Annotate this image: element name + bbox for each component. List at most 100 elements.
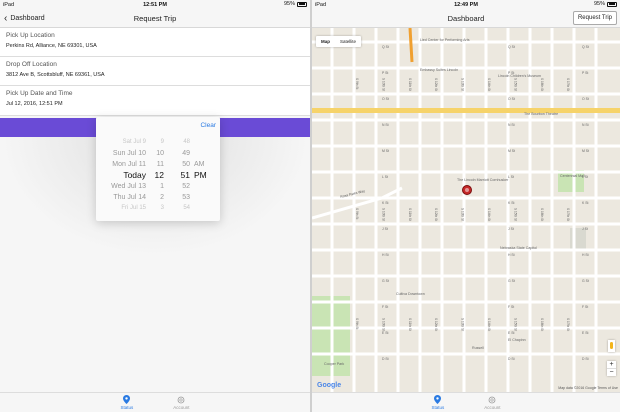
street-label: S 10th St xyxy=(381,78,385,91)
hour-wheel[interactable]: 9 10 11 12 1 2 3 xyxy=(148,137,164,214)
pickup-location-value: Perkins Rd, Alliance, NE 69301, USA xyxy=(6,43,97,49)
picker-row[interactable]: 52 xyxy=(168,181,190,192)
street-label: M St xyxy=(508,149,515,153)
google-logo: Google xyxy=(317,382,342,389)
street-view-pegman-icon[interactable] xyxy=(608,340,615,352)
map-type-satellite[interactable]: Satellite xyxy=(335,36,361,47)
page-title: Request Trip xyxy=(133,13,177,23)
place-cooper-park[interactable]: Cooper Park xyxy=(324,362,344,366)
street-label: O St xyxy=(508,97,515,101)
tab-account[interactable]: Account xyxy=(484,396,501,410)
map-attribution[interactable]: Map data ©2016 Google Terms of Use xyxy=(558,386,618,390)
street-label: S 13th St xyxy=(461,318,465,331)
ampm-wheel[interactable]: AM PM xyxy=(194,137,212,214)
picker-row[interactable] xyxy=(194,192,212,203)
place-childrens-museum[interactable]: Lincoln Children's Museum xyxy=(498,74,541,78)
chevron-left-icon: ‹ xyxy=(4,12,8,24)
picker-row[interactable]: 54 xyxy=(168,203,190,214)
tab-status[interactable]: Status xyxy=(120,395,134,410)
gear-icon xyxy=(488,396,496,404)
street-label: S 14th St xyxy=(487,318,491,331)
request-trip-button[interactable]: Request Trip xyxy=(572,11,617,25)
pickup-location-field[interactable]: Pick Up Location Perkins Rd, Alliance, N… xyxy=(0,28,310,57)
picker-row[interactable]: Today xyxy=(98,170,146,181)
picker-row[interactable]: 11 xyxy=(148,159,164,170)
map-view[interactable]: Q St Q St Q St P St P St P St O St O St O St N St… xyxy=(312,28,620,392)
picker-row[interactable]: 48 xyxy=(168,137,190,148)
map-type-toggle[interactable]: Map Satellite xyxy=(316,36,362,47)
place-lied-center[interactable]: Lied Center for Performing Arts xyxy=(420,38,470,42)
place-el-chapinn[interactable]: El Chapinn xyxy=(508,338,526,342)
tab-bar: Status Account xyxy=(0,392,310,412)
tab-account[interactable]: Account xyxy=(173,396,190,410)
place-cultiva[interactable]: Cultiva Downtown xyxy=(396,292,425,296)
place-russell[interactable]: Russell xyxy=(472,346,484,350)
zoom-controls[interactable]: + − xyxy=(607,361,616,376)
picker-row[interactable]: 2 xyxy=(148,192,164,203)
back-button[interactable]: ‹ Dashboard xyxy=(4,9,45,28)
picker-row[interactable]: 3 xyxy=(148,203,164,214)
street-label: E St xyxy=(382,331,388,335)
date-wheel[interactable]: Sat Jul 9 Sun Jul 10 Mon Jul 11 Today Wed Ju… xyxy=(98,137,146,214)
street-label: F St xyxy=(508,305,514,309)
picker-row[interactable] xyxy=(194,137,212,148)
map-canvas[interactable]: Q St Q St Q StP St P St P StO St O St O StN St… xyxy=(312,28,620,392)
picker-row[interactable]: 1 xyxy=(148,181,164,192)
place-embassy-suites[interactable]: Embassy Suites Lincoln xyxy=(420,68,458,72)
status-bar: iPad 12:51 PM 95% xyxy=(0,0,310,9)
picker-row[interactable] xyxy=(194,181,212,192)
street-label: E St xyxy=(508,331,514,335)
picker-row[interactable] xyxy=(194,148,212,159)
street-label: D St xyxy=(382,357,389,361)
picker-wheels[interactable]: Sat Jul 9 Sun Jul 10 Mon Jul 11 Today Wed Ju… xyxy=(96,137,220,221)
street-label: S 11th St xyxy=(408,78,412,91)
zoom-out-button[interactable]: − xyxy=(607,369,616,376)
place-capitol[interactable]: Nebraska State Capitol xyxy=(500,246,537,250)
tab-status[interactable]: Status xyxy=(431,395,444,410)
street-label: H St xyxy=(582,253,589,257)
picker-row[interactable]: Fri Jul 15 xyxy=(98,203,146,214)
street-label: S 9th St xyxy=(355,78,359,89)
map-type-map[interactable]: Map xyxy=(316,36,335,47)
zoom-in-button[interactable]: + xyxy=(607,361,616,369)
street-label: S 11th St xyxy=(408,208,412,221)
street-label: M St xyxy=(382,149,389,153)
arterial-road xyxy=(312,108,620,113)
picker-row[interactable]: PM xyxy=(194,170,212,181)
date-time-picker-popover[interactable]: Clear Sat Jul 9 Sun Jul 10 Mon Jul 11 Today… xyxy=(96,117,220,221)
place-centennial[interactable]: Centennial Mall xyxy=(560,174,585,178)
dropoff-location-field[interactable]: Drop Off Location 3812 Ave B, Scottsbluf… xyxy=(0,57,310,86)
picker-row[interactable]: Thu Jul 14 xyxy=(98,192,146,203)
picker-row[interactable] xyxy=(194,203,212,214)
clear-button[interactable]: Clear xyxy=(200,122,216,129)
street-label: H St xyxy=(508,253,515,257)
street-label: S 9th St xyxy=(355,208,359,219)
tab-account-label: Account xyxy=(484,404,501,410)
street-label: S 12th St xyxy=(434,318,438,331)
minute-wheel[interactable]: 48 49 50 51 52 53 54 xyxy=(168,137,190,214)
place-marriott[interactable]: The Lincoln Marriott Cornhusker xyxy=(457,178,508,182)
street-label: S 13th St xyxy=(461,78,465,91)
picker-row[interactable]: 50 xyxy=(168,159,190,170)
picker-row[interactable]: 12 xyxy=(148,170,164,181)
picker-row[interactable]: Wed Jul 13 xyxy=(98,181,146,192)
picker-row[interactable]: Sat Jul 9 xyxy=(98,137,146,148)
place-bourbon-theatre[interactable]: The Bourbon Theatre xyxy=(524,112,558,116)
picker-row[interactable]: 9 xyxy=(148,137,164,148)
street-label: D St xyxy=(582,357,589,361)
picker-row[interactable]: AM xyxy=(194,159,212,170)
status-time: 12:51 PM xyxy=(143,1,167,8)
picker-row[interactable]: Mon Jul 11 xyxy=(98,159,146,170)
location-pin-icon xyxy=(123,395,131,404)
pickup-datetime-value: Jul 12, 2016, 12:51 PM xyxy=(6,101,63,107)
location-marker-icon[interactable] xyxy=(462,185,472,195)
status-time: 12:49 PM xyxy=(454,1,478,8)
picker-row[interactable]: 49 xyxy=(168,148,190,159)
picker-row[interactable]: 51 xyxy=(168,170,190,181)
picker-row[interactable]: Sun Jul 10 xyxy=(98,148,146,159)
tab-status-label: Status xyxy=(120,404,134,410)
pickup-datetime-field[interactable]: Pick Up Date and Time Jul 12, 2016, 12:5… xyxy=(0,86,310,116)
picker-row[interactable]: 10 xyxy=(148,148,164,159)
picker-row[interactable]: 53 xyxy=(168,192,190,203)
street-label: S 12th St xyxy=(434,78,438,91)
